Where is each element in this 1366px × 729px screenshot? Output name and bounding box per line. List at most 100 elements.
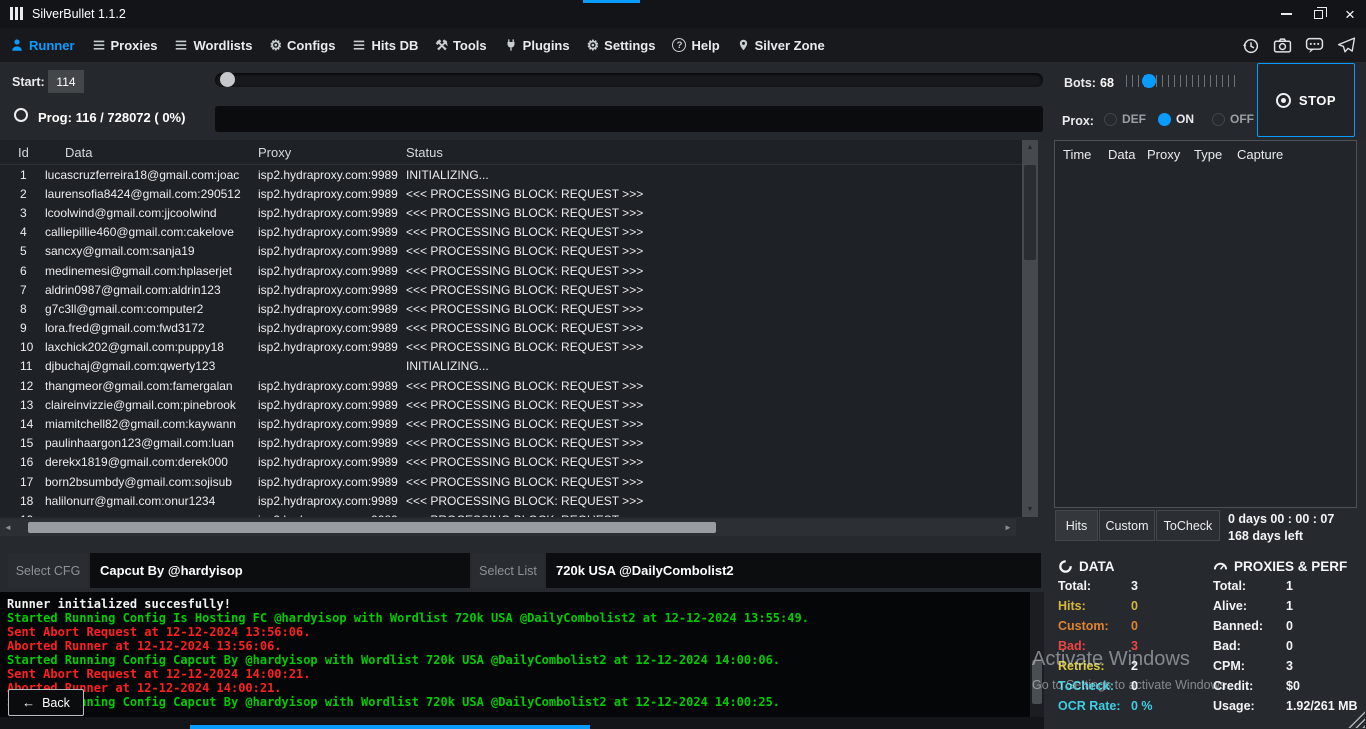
close-button[interactable]: × <box>1334 0 1366 28</box>
table-row[interactable]: 12 thangmeor@gmail.com:famergalan isp2.h… <box>0 376 1022 395</box>
scrollbar-thumb[interactable] <box>1024 165 1036 260</box>
stat-row: Total: 1 <box>1213 576 1365 596</box>
table-row[interactable]: 3 lcoolwind@gmail.com:jjcoolwind isp2.hy… <box>0 203 1022 222</box>
nav-item-hits-db[interactable]: Hits DB <box>352 38 418 53</box>
scrollbar-thumb[interactable] <box>1032 660 1042 704</box>
tab-custom[interactable]: Custom <box>1099 510 1155 541</box>
stat-row: Total: 3 <box>1058 576 1210 596</box>
nav-item-silver-zone[interactable]: Silver Zone <box>737 38 825 53</box>
history-icon[interactable] <box>1241 36 1260 55</box>
scrollbar-thumb[interactable] <box>190 725 590 729</box>
scroll-left-arrow[interactable]: ◄ <box>0 519 16 536</box>
selected-config-value: Capcut By @hardyisop <box>90 553 470 588</box>
table-row[interactable]: 13 claireinvizzie@gmail.com:pinebrook is… <box>0 395 1022 414</box>
nav-item-runner[interactable]: Runner <box>10 38 75 53</box>
row-status: <<< PROCESSING BLOCK: REQUEST >>> <box>406 494 1022 508</box>
nav-item-tools[interactable]: ⚒ Tools <box>435 38 486 53</box>
table-row[interactable]: 5 sancxy@gmail.com:sanja19 isp2.hydrapro… <box>0 242 1022 261</box>
maximize-button[interactable] <box>1302 0 1334 28</box>
app-logo-icon <box>10 7 23 20</box>
row-proxy: isp2.hydraproxy.com:9989 <box>258 225 406 239</box>
prox-option-def[interactable]: DEF <box>1104 112 1146 126</box>
log-line: Started Running Config Capcut By @hardyi… <box>7 653 1022 667</box>
table-row[interactable]: 6 medinemesi@gmail.com:hplaserjet isp2.h… <box>0 261 1022 280</box>
results-table: Id Data Proxy Status 1 lucascruzferreira… <box>0 140 1022 517</box>
row-id: 6 <box>0 264 45 278</box>
row-id: 7 <box>0 283 45 297</box>
table-row[interactable]: 16 derekx1819@gmail.com:derek000 isp2.hy… <box>0 453 1022 472</box>
table-row[interactable]: 7 aldrin0987@gmail.com:aldrin123 isp2.hy… <box>0 280 1022 299</box>
tab-tocheck[interactable]: ToCheck <box>1156 510 1220 541</box>
stat-row: Bad: 0 <box>1213 636 1365 656</box>
row-data: aldrin0987@gmail.com:aldrin123 <box>45 283 258 297</box>
table-row[interactable]: 8 g7c3ll@gmail.com:computer2 isp2.hydrap… <box>0 299 1022 318</box>
proxies-panel-title: PROXIES & PERF <box>1213 556 1365 576</box>
tab-hits[interactable]: Hits <box>1055 510 1098 541</box>
table-row[interactable]: 18 halilonurr@gmail.com:onur1234 isp2.hy… <box>0 491 1022 510</box>
nav-item-proxies[interactable]: Proxies <box>92 38 158 53</box>
table-row[interactable]: 17 born2bsumbdy@gmail.com:sojisub isp2.h… <box>0 472 1022 491</box>
telegram-send-icon[interactable] <box>1337 36 1356 55</box>
nav-item-wordlists[interactable]: Wordlists <box>174 38 252 53</box>
row-data: calliepillie460@gmail.com:cakelove <box>45 225 258 239</box>
row-proxy: isp2.hydraproxy.com:9989 <box>258 494 406 508</box>
camera-icon[interactable] <box>1273 36 1292 55</box>
minimize-button[interactable] <box>1270 0 1302 28</box>
table-row[interactable]: 11 djbuchaj@gmail.com:qwerty123 INITIALI… <box>0 357 1022 376</box>
select-list-button[interactable]: Select List <box>472 553 544 588</box>
table-row[interactable]: 15 paulinhaargon123@gmail.com:luan isp2.… <box>0 434 1022 453</box>
table-horizontal-scrollbar[interactable]: ◄ ► <box>0 519 1016 536</box>
row-data: djbuchaj@gmail.com:qwerty123 <box>45 359 258 373</box>
table-row[interactable]: 14 miamitchell82@gmail.com:kaywann isp2.… <box>0 414 1022 433</box>
row-data: lucascruzferreira18@gmail.com:joac <box>45 168 258 182</box>
row-data: g7c3ll@gmail.com:computer2 <box>45 302 258 316</box>
list-icon <box>174 38 188 52</box>
prox-option-on[interactable]: ON <box>1158 112 1194 126</box>
row-id: 18 <box>0 494 45 508</box>
log-line: Sent Abort Request at 12-12-2024 14:00:2… <box>7 667 1022 681</box>
scroll-down-arrow[interactable]: ▼ <box>1022 502 1038 517</box>
row-status: <<< PROCESSING BLOCK: REQUEST >>> <box>406 379 1022 393</box>
row-status: <<< PROCESSING BLOCK: REQUEST >>> <box>406 321 1022 335</box>
nav-item-plugins[interactable]: Plugins <box>504 38 570 53</box>
table-row[interactable]: 10 laxchick202@gmail.com:puppy18 isp2.hy… <box>0 338 1022 357</box>
stop-button[interactable]: STOP <box>1257 63 1355 137</box>
table-vertical-scrollbar[interactable]: ▲ ▼ <box>1022 140 1038 517</box>
runner-controls: Start: Prog: 116 / 728072 ( 0%) Bots: 68… <box>0 62 1366 140</box>
row-id: 2 <box>0 187 45 201</box>
minimize-icon <box>1281 13 1292 15</box>
row-id: 12 <box>0 379 45 393</box>
table-row[interactable]: 1 lucascruzferreira18@gmail.com:joac isp… <box>0 165 1022 184</box>
col-header-data: Data <box>45 145 258 160</box>
row-data: born2bsumbdy@gmail.com:sojisub <box>45 475 258 489</box>
nav-item-configs[interactable]: ⚙ Configs <box>269 38 335 53</box>
chat-icon[interactable] <box>1305 36 1324 55</box>
nav-item-settings[interactable]: ⚙ Settings <box>587 38 656 53</box>
selected-wordlist-value: 720k USA @DailyCombolist2 <box>546 553 1041 588</box>
row-proxy: isp2.hydraproxy.com:9989 <box>258 379 406 393</box>
prox-option-off[interactable]: OFF <box>1212 112 1254 126</box>
bots-slider-thumb[interactable] <box>1142 74 1156 88</box>
bots-progress-slider[interactable] <box>215 73 1043 87</box>
progress-bar <box>215 106 1043 132</box>
row-proxy: isp2.hydraproxy.com:9989 <box>258 513 406 517</box>
table-row[interactable]: 19 isp2.hydraproxy.com:9989 <<< PROCESSI… <box>0 510 1022 517</box>
back-button[interactable]: ← Back <box>8 689 84 716</box>
elapsed-time: 0 days 00 : 00 : 07 <box>1228 511 1334 528</box>
log-vertical-scrollbar[interactable] <box>1030 592 1044 717</box>
row-data: lcoolwind@gmail.com:jjcoolwind <box>45 206 258 220</box>
scrollbar-thumb[interactable] <box>28 522 716 533</box>
nav-item-help[interactable]: ? Help <box>672 38 719 53</box>
scroll-right-arrow[interactable]: ► <box>1000 519 1016 536</box>
select-config-button[interactable]: Select CFG <box>8 553 88 588</box>
row-proxy: isp2.hydraproxy.com:9989 <box>258 264 406 278</box>
slider-thumb[interactable] <box>220 72 235 87</box>
scroll-up-arrow[interactable]: ▲ <box>1022 140 1038 155</box>
start-input[interactable] <box>48 70 84 93</box>
capture-col-header: Proxy <box>1147 147 1194 162</box>
table-row[interactable]: 2 laurensofia8424@gmail.com:290512 isp2.… <box>0 184 1022 203</box>
table-row[interactable]: 4 calliepillie460@gmail.com:cakelove isp… <box>0 223 1022 242</box>
plug-icon <box>504 38 518 52</box>
bots-count-slider[interactable] <box>1126 70 1238 92</box>
table-row[interactable]: 9 lora.fred@gmail.com:fwd3172 isp2.hydra… <box>0 319 1022 338</box>
